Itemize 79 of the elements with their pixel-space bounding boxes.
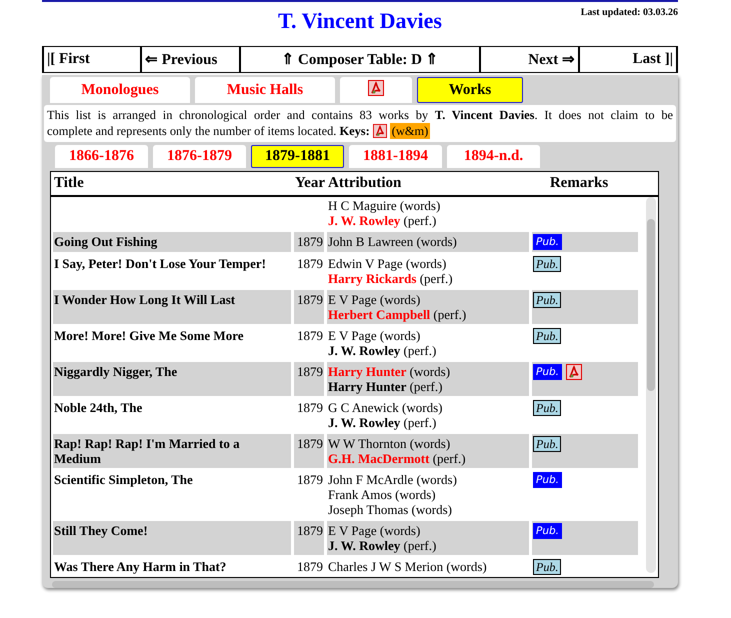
column-header: Year [295, 175, 325, 192]
attribution-line: Herbert Campbell (perf.) [328, 307, 468, 322]
attribution-line: John B Lawreen (words) [328, 234, 458, 249]
attribution-line: G C Anewick (words) [328, 400, 444, 415]
attribution-line: John F McArdle (words) [328, 472, 458, 487]
pub-badge[interactable]: Pub. [533, 436, 562, 452]
title-cell: I Wonder How Long It Will Last [54, 292, 236, 307]
pub-badge[interactable]: Pub. [533, 472, 562, 488]
year-cell: 1879 [297, 523, 323, 538]
attribution-line: G.H. MacDermott (perf.) [328, 451, 467, 466]
title-cell: Still They Come! [54, 523, 148, 538]
page-title: T. Vincent Davies [278, 8, 442, 34]
title-cell: Noble 24th, The [54, 400, 142, 415]
year-cell: 1879 [297, 292, 323, 307]
nav-link[interactable]: ⇑ Composer Table: D ⇑ [240, 47, 480, 72]
period-tab[interactable]: 1879-1881 [251, 145, 344, 168]
section-tab[interactable] [340, 77, 412, 103]
scrollbar[interactable] [646, 197, 656, 573]
attribution-line: J. W. Rowley (perf.) [328, 343, 438, 358]
section-tab[interactable]: Monologues [50, 77, 190, 103]
title-cell: Was There Any Harm in That? [54, 559, 226, 574]
year-cell: 1879 [297, 234, 323, 249]
pub-badge[interactable]: Pub. [533, 292, 562, 308]
year-cell: 1879 [297, 559, 323, 574]
attribution-line: E V Page (words) [328, 292, 422, 307]
attribution-line: E V Page (words) [328, 523, 422, 538]
year-cell: 1879 [297, 256, 323, 271]
intro-text: complete and represents only the number of items located. Keys: [47, 123, 370, 139]
title-cell: Rap! Rap! Rap! I'm Married to a Medium [54, 436, 240, 466]
attribution-line: J. W. Rowley (perf.) [328, 415, 438, 430]
attribution-line: Harry Hunter (perf.) [328, 379, 444, 394]
column-header: Remarks [548, 175, 610, 192]
column-header: Title [54, 175, 85, 192]
key-tag: (w&m) [390, 123, 430, 139]
pub-badge[interactable]: Pub. [533, 234, 562, 250]
year-cell: 1879 [297, 328, 323, 343]
attribution-line: Frank Amos (words) [328, 487, 437, 502]
pub-badge[interactable]: Pub. [533, 364, 562, 380]
period-tab[interactable]: 1894-n.d. [447, 145, 540, 168]
year-cell: 1879 [297, 472, 323, 487]
attribution-line: E V Page (words) [328, 328, 422, 343]
attribution-line: W W Thornton (words) [328, 436, 452, 451]
column-header: Attribution [328, 175, 402, 192]
title-cell: More! More! Give Me Some More [54, 328, 244, 343]
title-cell: I Say, Peter! Don't Lose Your Temper! [54, 256, 266, 271]
scrollbar[interactable] [52, 581, 654, 588]
attribution-line: Harry Rickards (perf.) [328, 271, 454, 286]
period-tab[interactable]: 1876-1879 [153, 145, 246, 168]
attribution-line: J. W. Rowley (perf.) [328, 538, 438, 553]
nav-link[interactable]: Last ]| [579, 47, 677, 72]
pdf-icon[interactable] [372, 124, 387, 138]
nav-link[interactable]: Next ⇒ [480, 47, 579, 72]
attribution-line: H C Maguire (words) [328, 198, 442, 213]
year-cell: 1879 [297, 400, 323, 415]
pdf-icon[interactable] [566, 364, 582, 380]
pub-badge[interactable]: Pub. [533, 523, 562, 539]
attribution-line: Joseph Thomas (words) [328, 502, 453, 517]
attribution-line: Harry Hunter (words) [328, 364, 452, 379]
title-cell: Going Out Fishing [54, 234, 158, 249]
pub-badge[interactable]: Pub. [533, 328, 562, 344]
attribution-line: Charles J W S Merion (words) [328, 559, 488, 574]
last-updated: Last updated: 03.03.26 [580, 7, 678, 18]
nav-link[interactable]: ⇐ Previous [141, 47, 240, 72]
year-cell: 1879 [297, 436, 323, 451]
intro-text: This list is arranged in chronological order and contains 83 works by T. Vincent Davies. It does not claim to be [47, 107, 673, 123]
pub-badge[interactable]: Pub. [533, 559, 562, 575]
year-cell: 1879 [297, 364, 323, 379]
section-tab[interactable]: Works [417, 77, 523, 103]
attribution-line: Edwin V Page (words) [328, 256, 448, 271]
attribution-line: J. W. Rowley (perf.) [328, 213, 438, 228]
pub-badge[interactable]: Pub. [533, 400, 562, 416]
section-tab[interactable]: Music Halls [195, 77, 335, 103]
title-cell: Niggardly Nigger, The [54, 364, 178, 379]
nav-link[interactable]: |[ First [43, 47, 141, 72]
period-tab[interactable]: 1866-1876 [55, 145, 148, 168]
pub-badge[interactable]: Pub. [533, 256, 562, 272]
title-cell: Scientific Simpleton, The [54, 472, 193, 487]
pdf-icon[interactable] [368, 80, 384, 96]
period-tab[interactable]: 1881-1894 [349, 145, 442, 168]
